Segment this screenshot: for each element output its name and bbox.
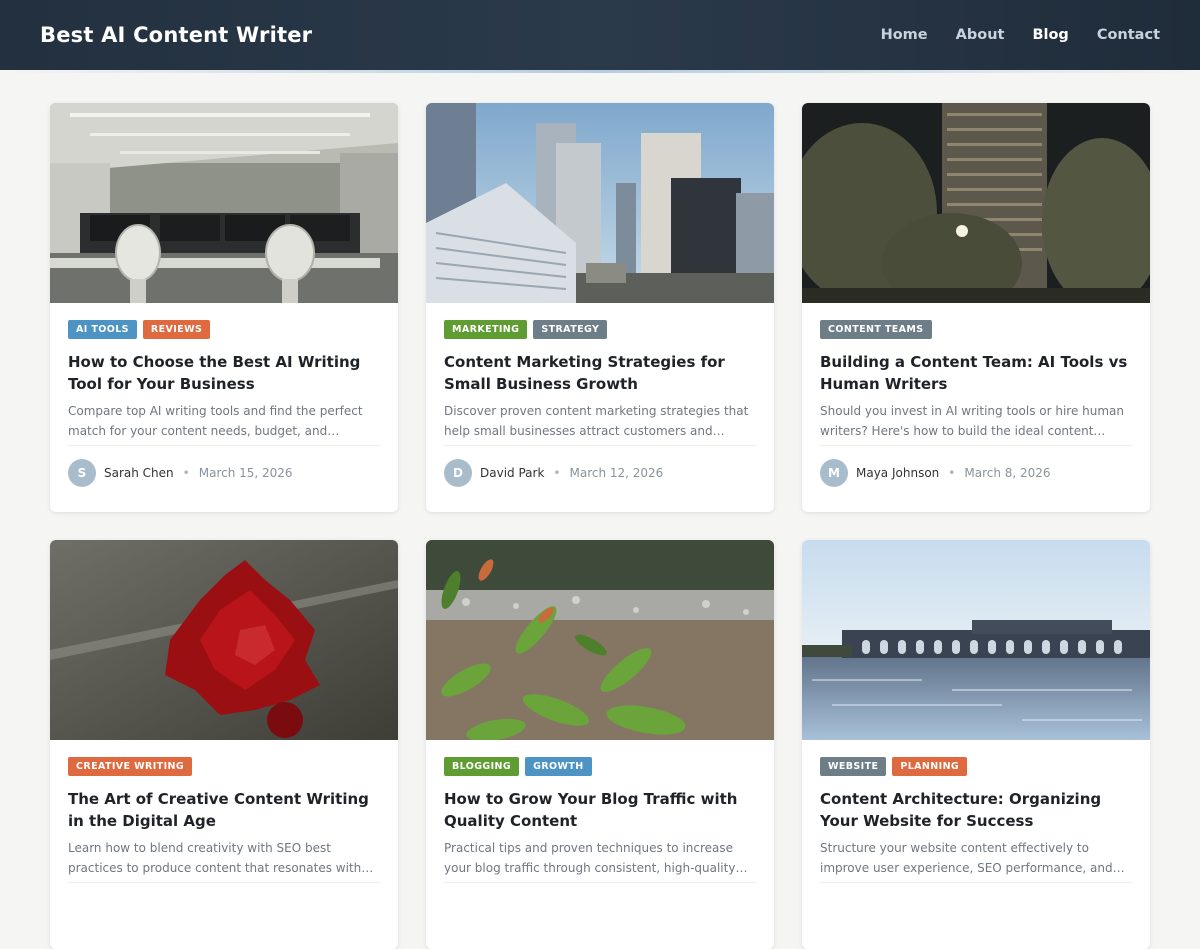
tag-marketing[interactable]: MARKETING: [444, 320, 528, 339]
author-name[interactable]: Maya Johnson: [856, 466, 939, 480]
tag-content-teams[interactable]: CONTENT TEAMS: [820, 320, 932, 339]
post-title[interactable]: Content Architecture: Organizing Your We…: [820, 788, 1132, 832]
separator-dot: •: [182, 466, 190, 480]
post-excerpt: Should you invest in AI writing tools or…: [820, 404, 1125, 438]
tag-creative-writing[interactable]: CREATIVE WRITING: [68, 757, 193, 776]
post-thumbnail-city[interactable]: [426, 103, 774, 303]
tag-blogging[interactable]: BLOGGING: [444, 757, 520, 776]
post-date: March 8, 2026: [964, 466, 1051, 480]
post-date: March 12, 2026: [569, 466, 664, 480]
nav-home[interactable]: Home: [881, 27, 928, 43]
nav-contact[interactable]: Contact: [1097, 27, 1160, 43]
post-excerpt: Discover proven content marketing strate…: [444, 404, 749, 438]
post-meta: S Sarah Chen • March 15, 2026: [68, 446, 380, 500]
separator-dot: •: [553, 466, 561, 480]
post-title[interactable]: How to Choose the Best AI Writing Tool f…: [68, 351, 380, 395]
post-grid: AI TOOLS REVIEWS How to Choose the Best …: [50, 103, 1150, 949]
post-thumbnail-office[interactable]: [50, 103, 398, 303]
post-card[interactable]: CONTENT TEAMS Building a Content Team: A…: [802, 103, 1150, 512]
post-tags: BLOGGING GROWTH: [444, 757, 756, 776]
post-excerpt: Practical tips and proven techniques to …: [444, 841, 736, 875]
author-avatar: M: [820, 459, 848, 487]
tag-website[interactable]: WEBSITE: [820, 757, 887, 776]
post-title[interactable]: How to Grow Your Blog Traffic with Quali…: [444, 788, 756, 832]
post-tags: WEBSITE PLANNING: [820, 757, 1132, 776]
post-excerpt: Structure your website content effective…: [820, 841, 1113, 875]
tag-reviews[interactable]: REVIEWS: [142, 320, 211, 339]
post-title[interactable]: Building a Content Team: AI Tools vs Hum…: [820, 351, 1132, 395]
post-tags: MARKETING STRATEGY: [444, 320, 756, 339]
tag-planning[interactable]: PLANNING: [892, 757, 968, 776]
post-excerpt: Compare top AI writing tools and find th…: [68, 404, 363, 438]
nav-about[interactable]: About: [956, 27, 1005, 43]
author-avatar: S: [68, 459, 96, 487]
post-tags: AI TOOLS REVIEWS: [68, 320, 380, 339]
post-meta: D David Park • March 12, 2026: [444, 446, 756, 500]
tag-growth[interactable]: GROWTH: [525, 757, 592, 776]
post-thumbnail-bridge[interactable]: [802, 540, 1150, 740]
post-card[interactable]: MARKETING STRATEGY Content Marketing Str…: [426, 103, 774, 512]
site-header: Best AI Content Writer Home About Blog C…: [0, 0, 1200, 73]
post-card[interactable]: AI TOOLS REVIEWS How to Choose the Best …: [50, 103, 398, 512]
post-card[interactable]: CREATIVE WRITING The Art of Creative Con…: [50, 540, 398, 949]
post-card[interactable]: BLOGGING GROWTH How to Grow Your Blog Tr…: [426, 540, 774, 949]
post-title[interactable]: The Art of Creative Content Writing in t…: [68, 788, 380, 832]
tag-strategy[interactable]: STRATEGY: [533, 320, 608, 339]
post-tags: CREATIVE WRITING: [68, 757, 380, 776]
divider: [820, 882, 1132, 883]
author-avatar: D: [444, 459, 472, 487]
divider: [68, 882, 380, 883]
author-name[interactable]: Sarah Chen: [104, 466, 174, 480]
post-title[interactable]: Content Marketing Strategies for Small B…: [444, 351, 756, 395]
divider: [444, 882, 756, 883]
post-meta: M Maya Johnson • March 8, 2026: [820, 446, 1132, 500]
tag-ai-tools[interactable]: AI TOOLS: [68, 320, 137, 339]
site-title[interactable]: Best AI Content Writer: [40, 23, 312, 47]
post-card[interactable]: WEBSITE PLANNING Content Architecture: O…: [802, 540, 1150, 949]
post-date: March 15, 2026: [198, 466, 293, 480]
separator-dot: •: [948, 466, 956, 480]
post-excerpt: Learn how to blend creativity with SEO b…: [68, 841, 362, 875]
author-name[interactable]: David Park: [480, 466, 544, 480]
nav-blog[interactable]: Blog: [1032, 27, 1068, 43]
post-tags: CONTENT TEAMS: [820, 320, 1132, 339]
main-nav: Home About Blog Contact: [881, 27, 1160, 43]
post-thumbnail-night-tower[interactable]: [802, 103, 1150, 303]
post-thumbnail-red-flower[interactable]: [50, 540, 398, 740]
post-thumbnail-green-plants[interactable]: [426, 540, 774, 740]
